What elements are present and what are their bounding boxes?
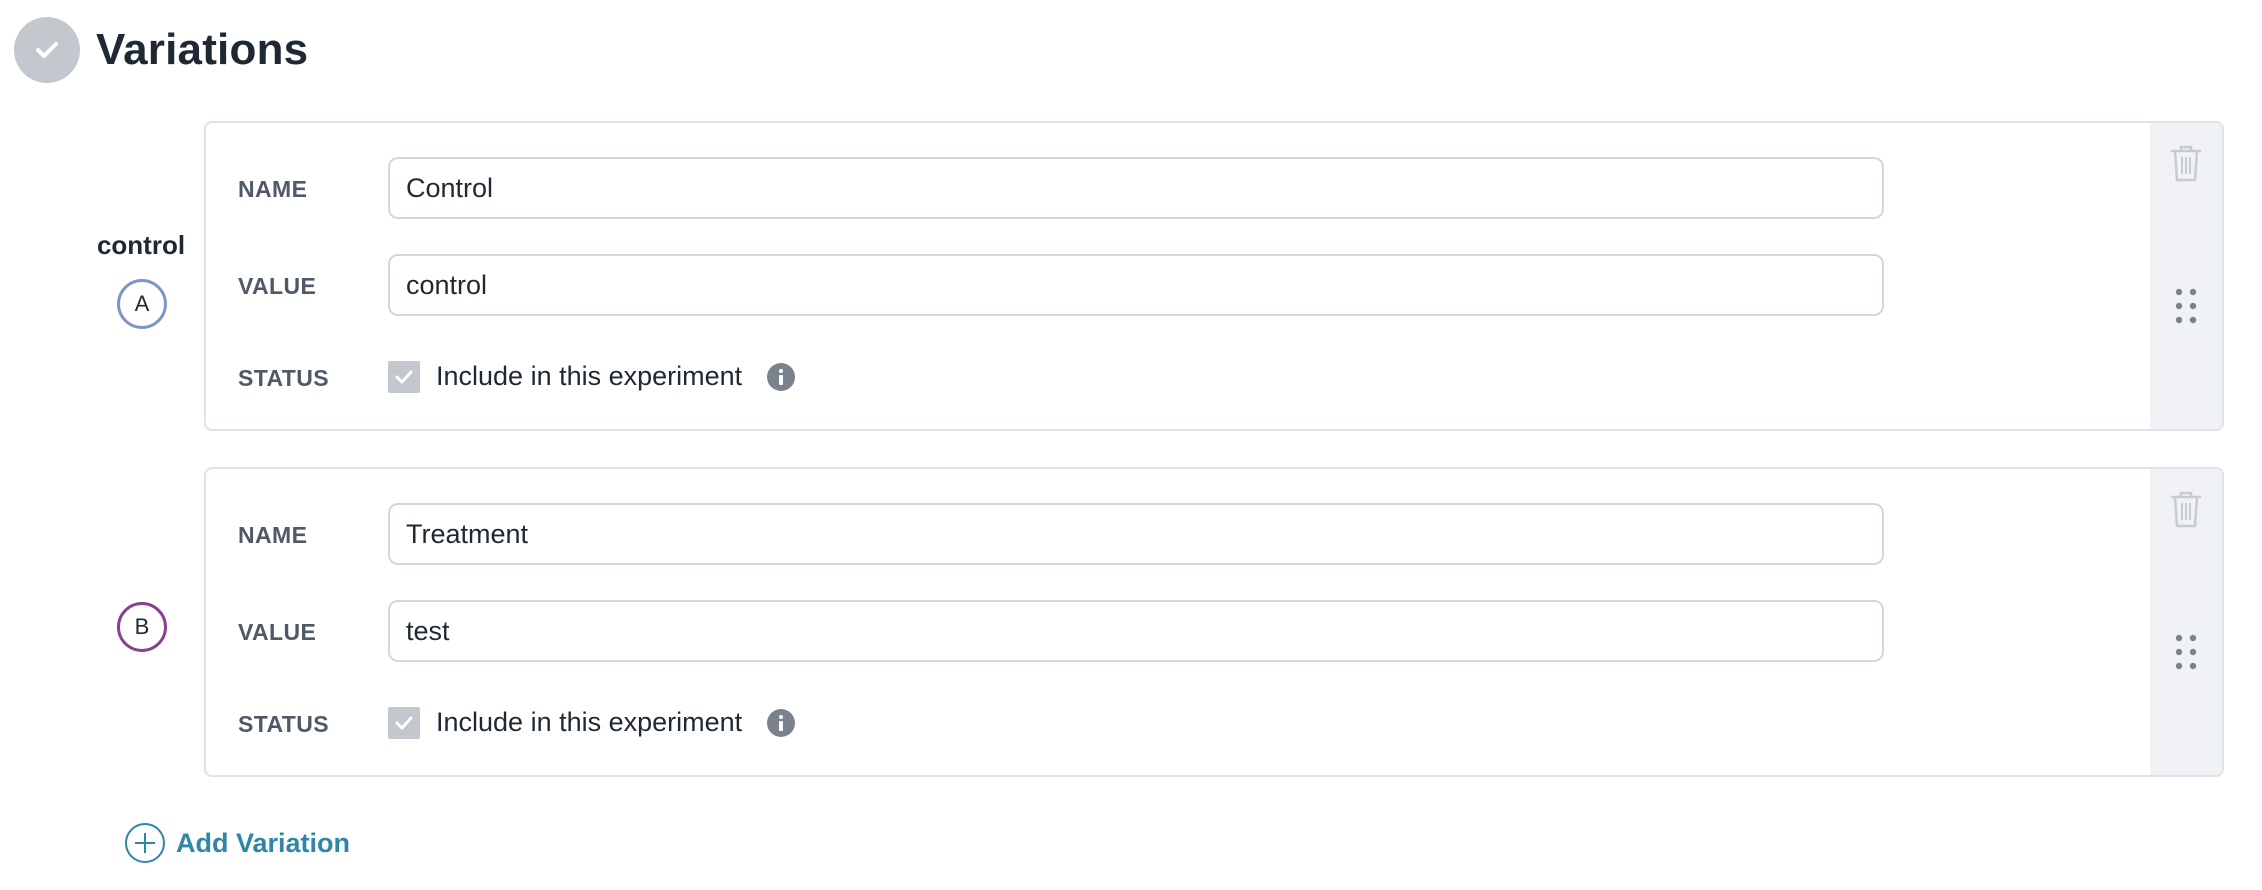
status-label: STATUS [238, 365, 329, 391]
name-label: NAME [238, 522, 308, 548]
variation-card: NAME VALUE STATUS Include in this experi… [204, 121, 2224, 431]
add-variation-label: Add Variation [176, 827, 351, 858]
value-input[interactable] [388, 254, 1884, 316]
include-label: Include in this experiment [436, 361, 743, 391]
trash-icon[interactable] [2168, 489, 2204, 529]
add-variation-button[interactable]: Add Variation [124, 822, 350, 864]
plus-circle-icon [125, 823, 165, 863]
drag-handle-icon[interactable] [2173, 632, 2199, 672]
value-input[interactable] [388, 600, 1884, 662]
variation-card: NAME VALUE STATUS Include in this experi… [204, 467, 2224, 777]
check-icon [14, 17, 80, 83]
include-checkbox[interactable] [388, 361, 420, 393]
variation-letter-badge: B [117, 602, 167, 652]
include-label: Include in this experiment [436, 707, 743, 737]
trash-icon[interactable] [2168, 143, 2204, 183]
name-label: NAME [238, 176, 308, 202]
name-input[interactable] [388, 503, 1884, 565]
card-side-panel [2150, 123, 2222, 429]
info-icon[interactable] [766, 708, 796, 738]
name-input[interactable] [388, 157, 1884, 219]
variation-letter-badge: A [117, 279, 167, 329]
section-title: Variations [96, 25, 309, 74]
include-checkbox[interactable] [388, 707, 420, 739]
section-header: Variations [14, 17, 308, 83]
value-label: VALUE [238, 619, 317, 645]
value-label: VALUE [238, 273, 317, 299]
info-icon[interactable] [766, 362, 796, 392]
status-label: STATUS [238, 711, 329, 737]
card-side-panel [2150, 469, 2222, 775]
drag-handle-icon[interactable] [2173, 286, 2199, 326]
variation-key-label: control [96, 230, 186, 260]
